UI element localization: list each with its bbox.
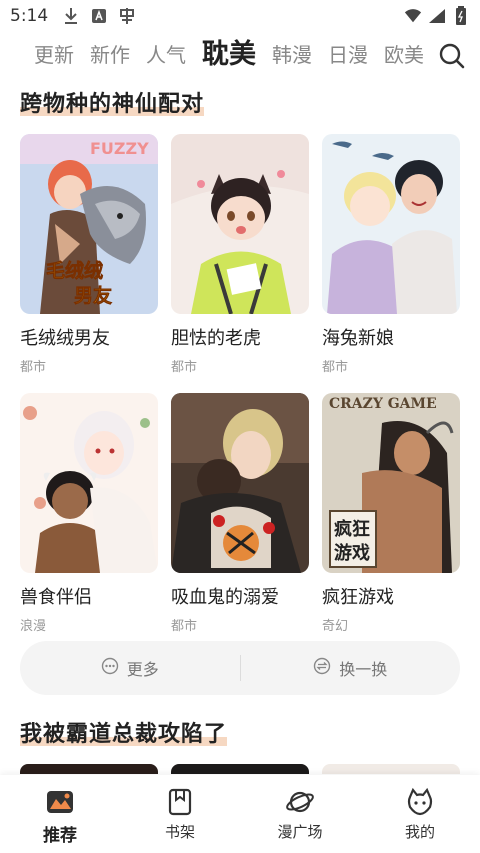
refresh-button[interactable]: 换一换: [241, 641, 461, 695]
next-row-covers: [20, 764, 460, 774]
signal-icon: [428, 7, 446, 25]
search-icon[interactable]: [438, 42, 466, 70]
tab-danmei[interactable]: 耽美: [202, 32, 256, 78]
more-dots-icon: [101, 657, 119, 679]
comic-genre: 都市: [171, 619, 198, 634]
nav-label: 推荐: [43, 826, 77, 846]
download-icon: [62, 7, 80, 25]
tab-japanese[interactable]: 日漫: [328, 32, 368, 78]
more-label: 更多: [126, 660, 159, 679]
svg-text:游戏: 游戏: [334, 542, 370, 564]
comic-genre: 都市: [322, 360, 349, 375]
profile-icon: [405, 787, 435, 817]
comic-genre: 都市: [20, 360, 47, 375]
comic-card[interactable]: 兽食伴侣 浪漫: [20, 393, 158, 634]
refresh-icon: [313, 657, 331, 679]
nav-label: 我的: [404, 823, 435, 841]
comic-title: 兽食伴侣: [20, 587, 92, 608]
nav-recommend[interactable]: 推荐: [0, 775, 120, 853]
app-logo-icon: [118, 7, 136, 25]
bookshelf-icon: [165, 787, 195, 817]
svg-text:男友: 男友: [74, 284, 112, 307]
comic-title: 疯狂游戏: [322, 587, 394, 608]
tab-popular[interactable]: 人气: [146, 32, 186, 78]
bottom-nav: 推荐 书架 漫广场 我的: [0, 775, 480, 853]
tab-western[interactable]: 欧美: [384, 32, 424, 78]
comic-cover[interactable]: [171, 393, 309, 573]
wifi-icon: [404, 7, 422, 25]
comic-cover[interactable]: FUZZY 毛绒绒 男友: [20, 134, 158, 314]
comic-card[interactable]: 海兔新娘 都市: [322, 134, 460, 375]
svg-text:毛绒绒: 毛绒绒: [46, 259, 103, 282]
comic-genre: 浪漫: [20, 619, 47, 634]
svg-text:疯狂: 疯狂: [334, 518, 370, 540]
comic-card[interactable]: 吸血鬼的溺爱 都市: [171, 393, 309, 634]
comic-cover[interactable]: [322, 764, 460, 774]
nav-profile[interactable]: 我的: [360, 775, 480, 853]
battery-icon: [452, 6, 470, 25]
comic-title: 海兔新娘: [322, 328, 394, 349]
nav-label: 书架: [164, 823, 195, 841]
section-title-ceo: 我被霸道总裁攻陷了: [20, 716, 228, 748]
comic-card[interactable]: CRAZY GAME 疯狂 游戏 疯狂游戏 奇幻: [322, 393, 460, 634]
comic-genre: 都市: [171, 360, 198, 375]
tab-update[interactable]: 更新: [34, 32, 74, 78]
comic-cover[interactable]: [20, 393, 158, 573]
refresh-label: 换一换: [339, 660, 388, 679]
nav-label: 漫广场: [277, 823, 323, 841]
svg-text:CRAZY GAME: CRAZY GAME: [329, 396, 437, 412]
more-button[interactable]: 更多: [20, 641, 240, 695]
section-title-cross-species: 跨物种的神仙配对: [20, 86, 205, 118]
nav-plaza[interactable]: 漫广场: [240, 775, 360, 853]
comic-cover[interactable]: [171, 134, 309, 314]
comic-grid: FUZZY 毛绒绒 男友 毛绒绒男友 都市 胆怯的老虎 都市 海兔新娘 都市 兽…: [20, 134, 460, 634]
comic-cover[interactable]: [20, 764, 158, 774]
comic-title: 毛绒绒男友: [20, 328, 110, 349]
comic-title: 胆怯的老虎: [171, 328, 261, 349]
comic-cover[interactable]: [322, 134, 460, 314]
app-a-icon: [90, 7, 108, 25]
status-time: 5:14: [10, 6, 49, 26]
status-bar: 5:14: [0, 0, 480, 32]
comic-card[interactable]: FUZZY 毛绒绒 男友 毛绒绒男友 都市: [20, 134, 158, 375]
comic-card[interactable]: 胆怯的老虎 都市: [171, 134, 309, 375]
comic-genre: 奇幻: [322, 619, 349, 634]
tab-korean[interactable]: 韩漫: [272, 32, 312, 78]
svg-text:FUZZY: FUZZY: [90, 139, 149, 158]
section-actions: 更多 换一换: [20, 641, 460, 695]
tab-new[interactable]: 新作: [90, 32, 130, 78]
comic-cover[interactable]: CRAZY GAME 疯狂 游戏: [322, 393, 460, 573]
planet-icon: [285, 787, 315, 817]
recommend-icon: [45, 787, 75, 817]
comic-title: 吸血鬼的溺爱: [171, 587, 279, 608]
nav-bookshelf[interactable]: 书架: [120, 775, 240, 853]
comic-cover[interactable]: [171, 764, 309, 774]
category-tabs: 更新 新作 人气 耽美 韩漫 日漫 欧美: [0, 32, 480, 78]
